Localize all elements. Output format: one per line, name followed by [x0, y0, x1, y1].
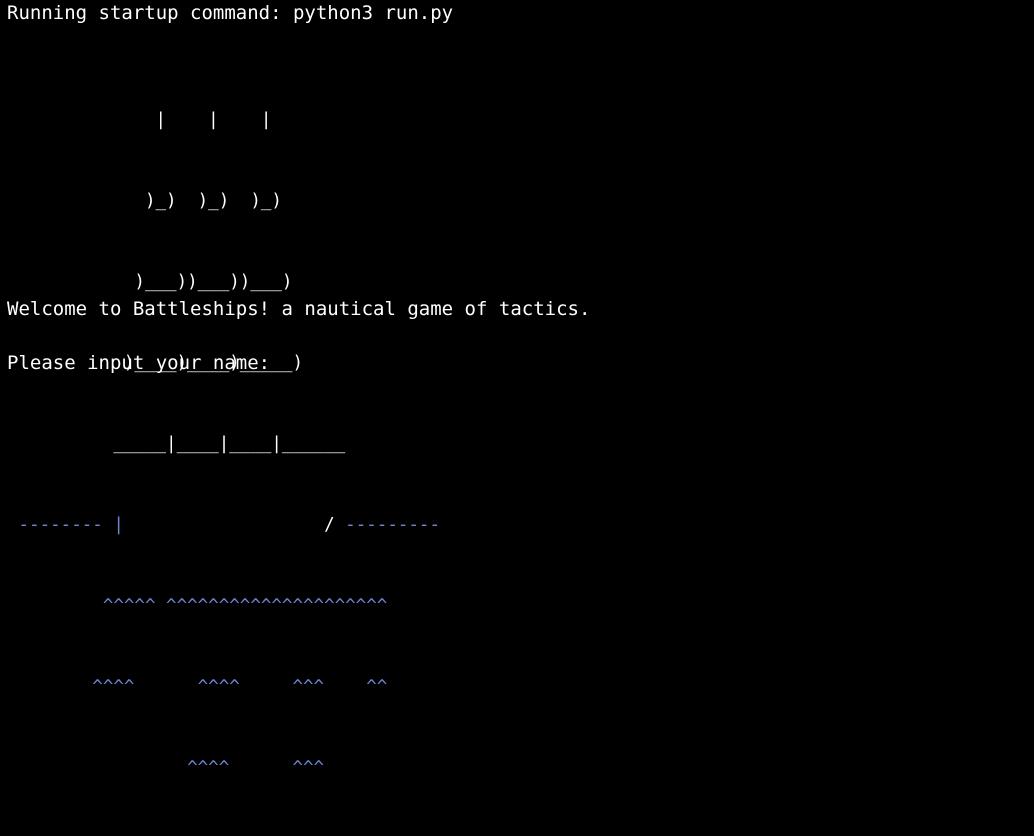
terminal-window[interactable]: Running startup command: python3 run.py …: [0, 0, 1034, 778]
startup-command-line: Running startup command: python3 run.py: [7, 2, 454, 24]
ship-deck: _____|____|____|______: [113, 434, 346, 454]
ship-sails-row-1: )_) )_) )_): [8, 191, 282, 211]
ship-hull: /: [123, 515, 346, 535]
waves-left: -------- |: [8, 515, 124, 535]
input-cursor[interactable]: [282, 354, 292, 374]
battleship-ascii-art: | | | )_) )_) )_) )___))___))___) )____)…: [8, 53, 440, 836]
waves-row-1: ^^^^^ ^^^^^^^^^^^^^^^^^^^^^: [8, 596, 388, 616]
ship-mast-row: | | |: [8, 110, 272, 130]
ship-hull-row: -------- | / ---------: [8, 512, 440, 539]
ship-sails-row-2: )___))___))___): [8, 272, 293, 292]
name-prompt-line[interactable]: Please input your name:: [7, 350, 292, 377]
welcome-message: Welcome to Battleships! a nautical game …: [7, 298, 591, 320]
name-prompt-label: Please input your name:: [7, 352, 282, 374]
waves-row-2: ^^^^ ^^^^ ^^^ ^^: [8, 677, 388, 697]
waves-right: ---------: [345, 515, 440, 535]
waves-row-3: ^^^^ ^^^: [8, 758, 325, 778]
ship-deck-row: _____|____|____|______: [8, 431, 440, 458]
